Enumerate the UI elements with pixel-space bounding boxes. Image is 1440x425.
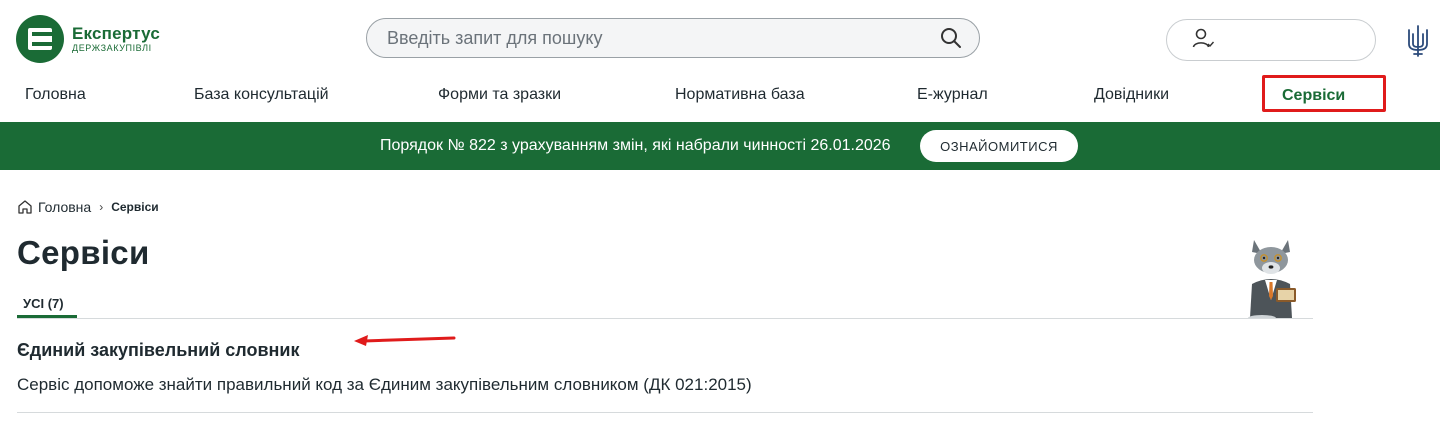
account-button[interactable]	[1166, 19, 1376, 61]
search-input[interactable]	[367, 18, 931, 58]
tab-all[interactable]: УСІ (7)	[17, 296, 70, 315]
user-icon	[1191, 26, 1215, 55]
nav-item-ejournal[interactable]: Е-журнал	[917, 86, 988, 104]
search-bar	[366, 18, 980, 58]
site-logo[interactable]: Експертус ДЕРЖЗАКУПІВЛІ	[16, 14, 186, 64]
nav-item-forms[interactable]: Форми та зразки	[438, 86, 561, 104]
service-title[interactable]: Єдиний закупівельний словник	[17, 340, 299, 361]
divider	[17, 318, 1313, 319]
breadcrumb: Головна › Сервіси	[17, 199, 159, 215]
nav-item-consultations[interactable]: База консультацій	[194, 86, 329, 104]
home-icon[interactable]	[17, 199, 33, 215]
search-icon[interactable]	[931, 18, 971, 58]
nav-item-directories[interactable]: Довідники	[1094, 86, 1169, 104]
breadcrumb-current: Сервіси	[111, 200, 159, 214]
coat-of-arms-icon	[1406, 24, 1430, 58]
annotation-arrow-icon	[354, 335, 456, 346]
nav-item-regulatory[interactable]: Нормативна база	[675, 86, 805, 104]
nav-item-services[interactable]: Сервіси	[1282, 87, 1345, 105]
divider	[17, 412, 1313, 413]
logo-icon	[16, 15, 64, 63]
logo-subtitle: ДЕРЖЗАКУПІВЛІ	[72, 42, 152, 53]
nav-item-home[interactable]: Головна	[25, 86, 86, 104]
learn-more-button[interactable]: ОЗНАЙОМИТИСЯ	[920, 130, 1078, 162]
breadcrumb-separator: ›	[99, 200, 104, 214]
wolf-mascot-icon	[1248, 240, 1296, 318]
page-title: Сервіси	[17, 234, 150, 271]
logo-title: Експертус	[72, 23, 160, 43]
breadcrumb-home[interactable]: Головна	[38, 199, 91, 215]
banner-text: Порядок № 822 з урахуванням змін, які на…	[380, 137, 891, 154]
service-description: Сервіс допоможе знайти правильний код за…	[17, 375, 752, 394]
